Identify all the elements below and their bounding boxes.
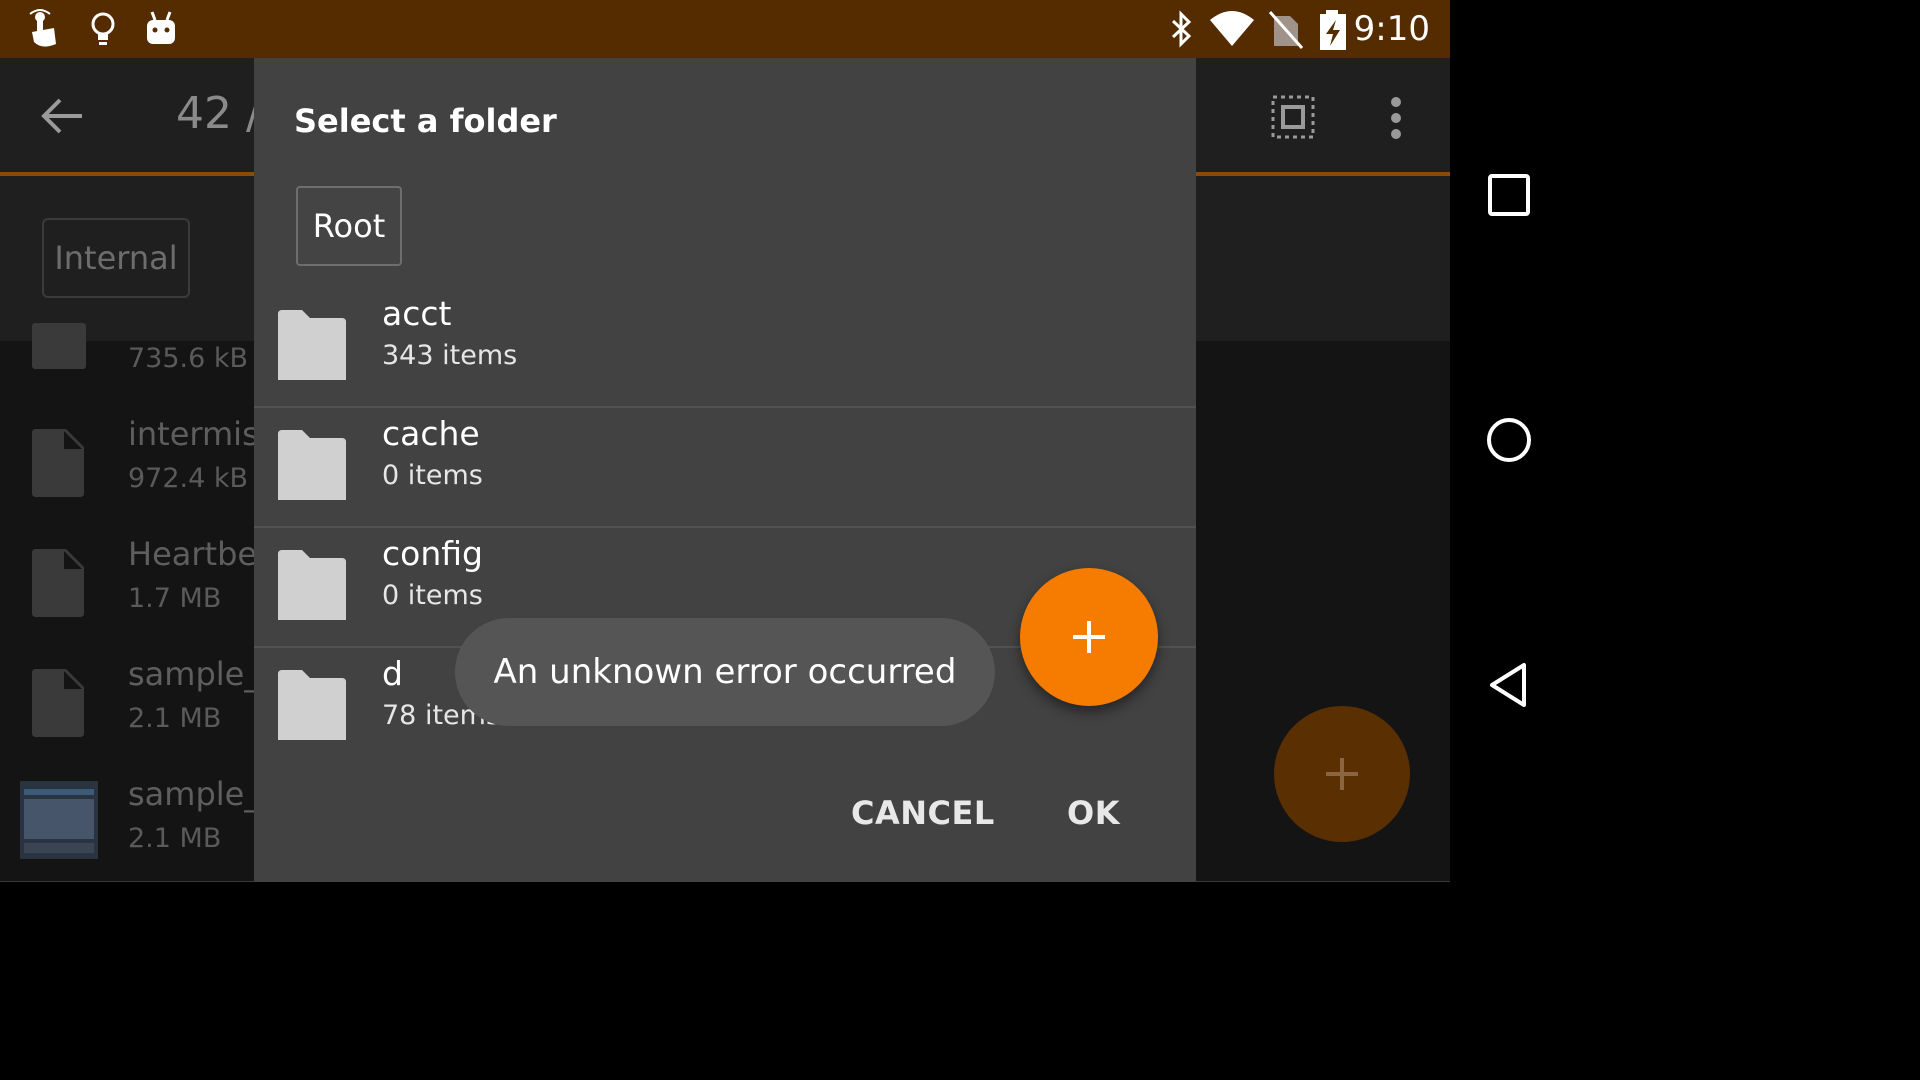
- folder-icon: [278, 670, 346, 740]
- file-size: 2.1 MB: [128, 703, 222, 734]
- bluetooth-icon: [1171, 10, 1192, 48]
- wifi-icon: [1210, 11, 1254, 46]
- current-path-title: 42 /: [176, 88, 261, 139]
- folder-name: config: [382, 534, 483, 573]
- file-name: sample_: [128, 655, 261, 693]
- list-item[interactable]: 735.6 kB: [0, 281, 260, 401]
- file-size: 735.6 kB: [128, 343, 249, 374]
- folder-name: acct: [382, 294, 452, 333]
- back-button[interactable]: [1484, 660, 1534, 710]
- ok-button[interactable]: OK: [1067, 794, 1120, 832]
- folder-name: cache: [382, 414, 480, 453]
- image-thumbnail-icon: [20, 781, 98, 859]
- folder-icon: [278, 310, 346, 380]
- file-size: 2.1 MB: [128, 823, 222, 854]
- android-icon: [147, 11, 175, 44]
- folder-name: d: [382, 654, 403, 693]
- file-size: 1.7 MB: [128, 583, 222, 614]
- overflow-menu-icon[interactable]: [1386, 96, 1406, 140]
- status-bar: 9:10: [0, 0, 1450, 58]
- file-size: 972.4 kB: [128, 463, 249, 494]
- status-clock: 9:10: [1353, 9, 1430, 49]
- list-item[interactable]: intermis 972.4 kB: [0, 401, 260, 521]
- file-name: intermis: [128, 415, 259, 453]
- list-item[interactable]: sample_ 2.1 MB: [0, 761, 260, 881]
- no-sim-icon: [1268, 11, 1304, 49]
- back-arrow-icon[interactable]: [40, 96, 86, 136]
- cancel-button[interactable]: CANCEL: [851, 794, 995, 832]
- plus-icon: [1326, 758, 1358, 790]
- home-button[interactable]: [1484, 415, 1534, 465]
- navigation-bar: [1450, 0, 1568, 882]
- folder-icon: [278, 550, 346, 620]
- folder-icon: [278, 430, 346, 500]
- file-name: sample_: [128, 775, 261, 813]
- folder-item-count: 0 items: [382, 460, 483, 491]
- folder-item-count: 343 items: [382, 340, 518, 371]
- create-folder-fab[interactable]: [1020, 568, 1158, 706]
- file-icon: [32, 549, 84, 617]
- list-item[interactable]: sample_ 2.1 MB: [0, 641, 260, 761]
- error-toast: An unknown error occurred: [455, 618, 995, 726]
- breadcrumb-root[interactable]: Root: [296, 186, 402, 266]
- plus-icon: [1073, 621, 1105, 653]
- folder-row-acct[interactable]: acct 343 items: [254, 288, 1196, 408]
- folder-row-cache[interactable]: cache 0 items: [254, 408, 1196, 528]
- file-icon: [32, 669, 84, 737]
- recents-button[interactable]: [1484, 170, 1534, 220]
- folder-item-count: 0 items: [382, 580, 483, 611]
- battery-charging-icon: [1320, 10, 1346, 50]
- select-folder-dialog: Select a folder Root acct 343 items cach…: [254, 58, 1196, 882]
- file-name: Heartbe: [128, 535, 258, 573]
- select-all-icon[interactable]: [1270, 94, 1316, 140]
- file-icon: [32, 429, 84, 497]
- lightbulb-icon: [91, 12, 115, 45]
- folder-icon: [32, 323, 86, 369]
- dialog-title: Select a folder: [294, 102, 557, 140]
- touch-icon: [29, 9, 56, 47]
- background-fab: [1274, 706, 1410, 842]
- list-item[interactable]: Heartbe 1.7 MB: [0, 521, 260, 641]
